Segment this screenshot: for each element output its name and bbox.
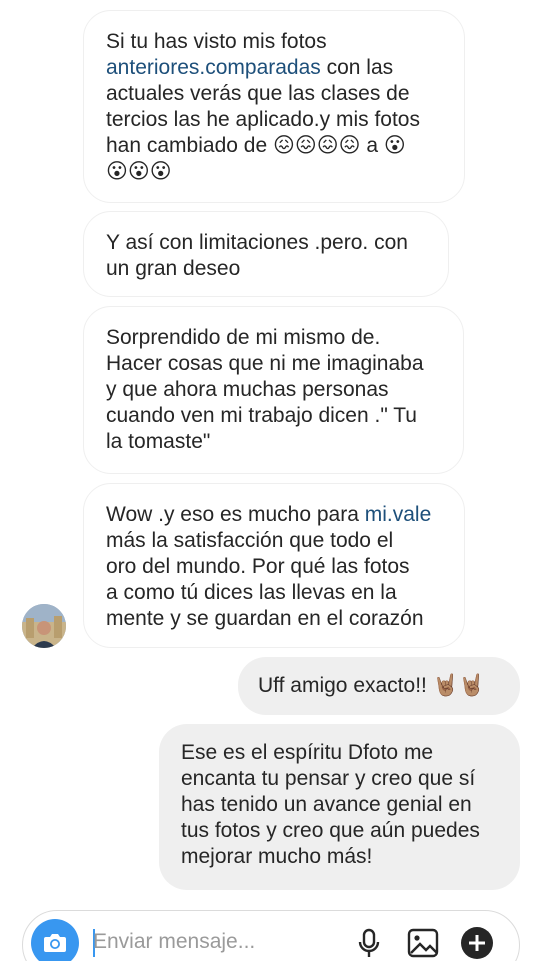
sender-avatar[interactable] [22, 604, 66, 648]
incoming-message-bubble[interactable]: Y así con limitaciones .pero. con un gra… [83, 211, 449, 297]
add-button[interactable] [459, 925, 495, 961]
outgoing-message-bubble[interactable]: Ese es el espíritu Dfoto me encanta tu p… [159, 724, 520, 890]
gallery-button[interactable] [405, 925, 441, 961]
message-composer [22, 910, 520, 961]
confounded-face-emoji: 😖😖😖😖 [272, 134, 361, 157]
message-input[interactable] [93, 927, 333, 957]
message-text: Uff amigo exacto!! [258, 674, 433, 697]
gallery-icon [407, 928, 439, 958]
incoming-message-bubble[interactable]: Sorprendido de mi mismo de. Hacer cosas … [83, 306, 464, 474]
microphone-icon [358, 928, 380, 957]
plus-circle-icon [461, 927, 493, 959]
username-mention-link[interactable]: anteriores.comparadas [106, 56, 321, 79]
message-text: Wow .y eso es mucho para [106, 503, 365, 526]
username-mention-link[interactable]: mi.vale [365, 503, 432, 526]
message-thread: Si tu has visto mis fotos anteriores.com… [0, 0, 540, 961]
camera-button[interactable] [31, 919, 79, 961]
message-text: más la satisfacción que todo el oro del … [106, 529, 424, 630]
surprised-face-emoji: 😮 [383, 134, 406, 157]
microphone-button[interactable] [351, 925, 387, 961]
surprised-face-emoji: 😮😮😮 [106, 160, 172, 183]
outgoing-message-bubble[interactable]: Uff amigo exacto!! 🤘🏽🤘🏽 [238, 657, 520, 715]
message-text: a [360, 134, 384, 157]
camera-icon [44, 934, 66, 952]
rock-on-hand-emoji: 🤘🏽🤘🏽 [432, 674, 485, 697]
message-text: Si tu has visto mis fotos [106, 30, 327, 53]
incoming-message-bubble[interactable]: Si tu has visto mis fotos anteriores.com… [83, 10, 465, 203]
incoming-message-bubble[interactable]: Wow .y eso es mucho para mi.vale más la … [83, 483, 465, 648]
avatar-photo [22, 604, 66, 648]
